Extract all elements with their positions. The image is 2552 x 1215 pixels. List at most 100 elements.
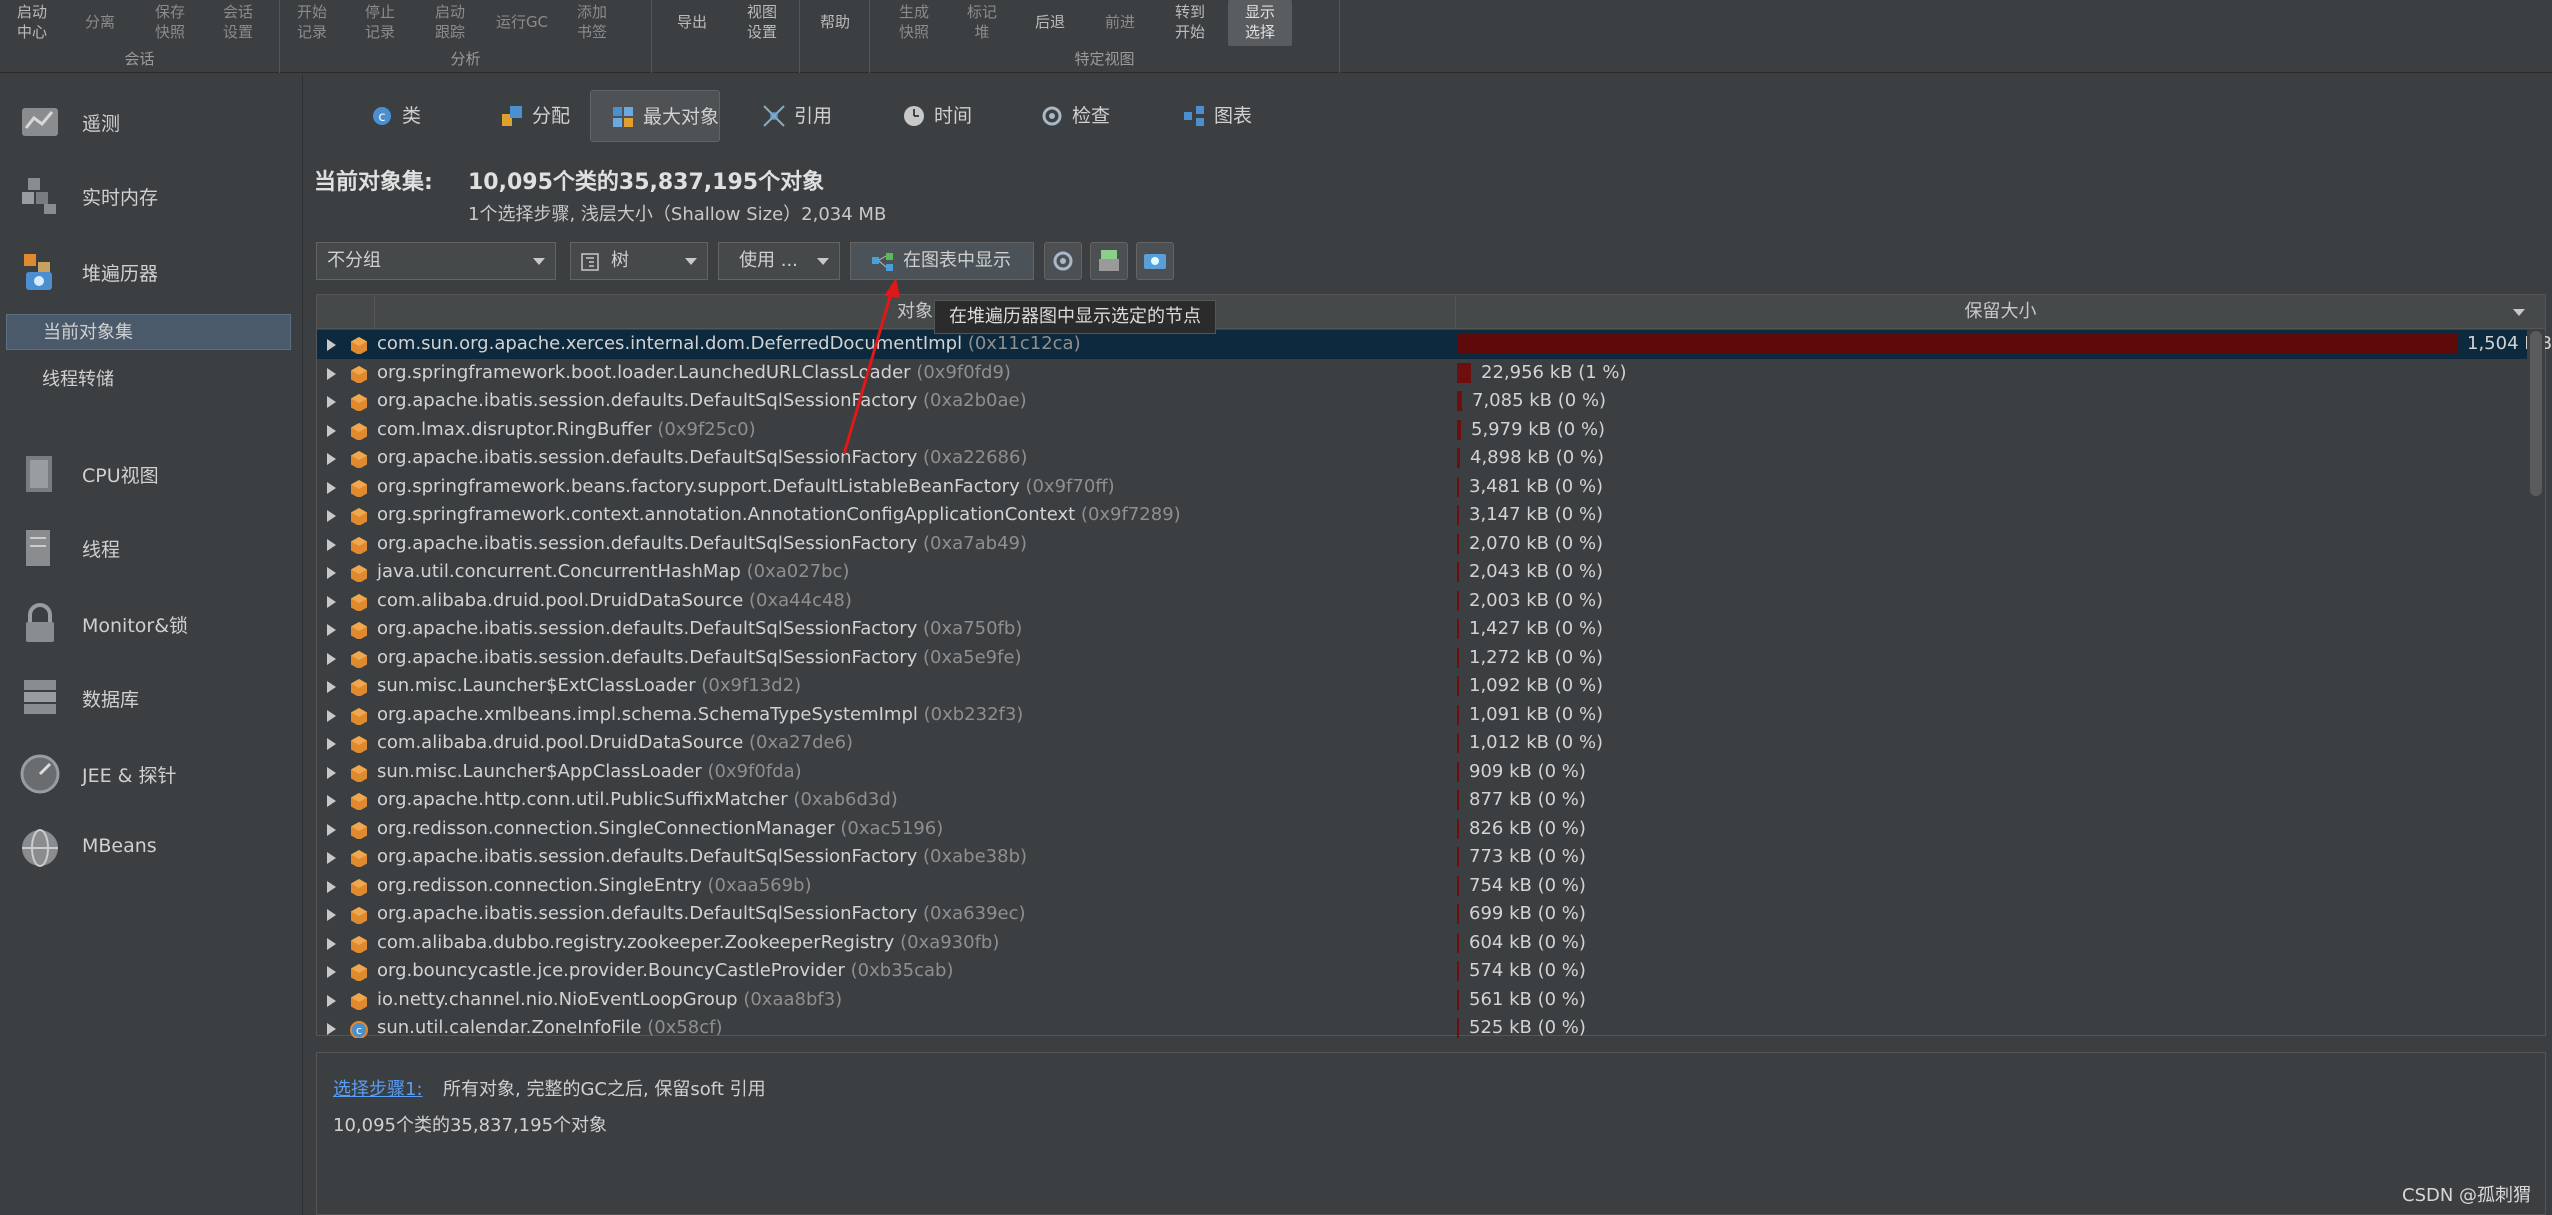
table-row[interactable]: com.sun.org.apache.xerces.internal.dom.D… (317, 330, 2552, 359)
export-image-button[interactable] (1136, 242, 1174, 280)
expand-triangle-icon[interactable] (327, 481, 336, 494)
expand-triangle-icon[interactable] (327, 567, 336, 579)
grouping-select[interactable]: 不分组 (316, 242, 556, 280)
table-row[interactable]: java.util.concurrent.ConcurrentHashMap (… (317, 558, 2527, 587)
expand-triangle-icon[interactable] (327, 994, 336, 1007)
tab-4[interactable]: 时间 (882, 90, 1002, 142)
retained-size-bar (1457, 334, 2457, 354)
expand-triangle-icon[interactable] (327, 396, 336, 408)
expand-triangle-icon[interactable] (327, 852, 336, 864)
toolbar-button-1-3[interactable]: 运行GC (490, 0, 554, 46)
table-row[interactable]: org.apache.http.conn.util.PublicSuffixMa… (317, 786, 2527, 815)
expand-triangle-icon[interactable] (327, 367, 336, 380)
expand-triangle-icon[interactable] (327, 510, 336, 522)
table-row[interactable]: c sun.util.calendar.ZoneInfoFile (0x58cf)… (317, 1014, 2527, 1043)
sidebar-item-3[interactable]: CPU视图 (0, 442, 303, 502)
table-row[interactable]: org.apache.ibatis.session.defaults.Defau… (317, 900, 2527, 929)
sidebar-item-8[interactable]: MBeans (0, 816, 303, 876)
sidebar-item-4[interactable]: 线程 (0, 516, 303, 576)
toolbar-button-1-2[interactable]: 启动 跟踪 (418, 0, 482, 46)
expand-triangle-icon[interactable] (327, 880, 336, 893)
sidebar-item-0[interactable]: 遥测 (0, 90, 303, 150)
toolbar-button-2-0[interactable]: 导出 (660, 0, 724, 46)
table-row[interactable]: io.netty.channel.nio.NioEventLoopGroup (… (317, 986, 2527, 1015)
column-header-object[interactable]: 对象 (375, 295, 1456, 328)
table-row[interactable]: sun.misc.Launcher$AppClassLoader (0x9f0f… (317, 758, 2527, 787)
toolbar-button-4-1[interactable]: 标记堆 (950, 0, 1014, 46)
expand-triangle-icon[interactable] (327, 709, 336, 722)
toolbar-button-2-1[interactable]: 视图 设置 (730, 0, 794, 46)
table-row[interactable]: com.alibaba.druid.pool.DruidDataSource (… (317, 729, 2527, 758)
sidebar-item-2[interactable]: 堆遍历器 (0, 240, 303, 300)
use-button[interactable]: 使用 ... (718, 242, 840, 280)
toolbar-button-0-2[interactable]: 保存 快照 (138, 0, 202, 46)
heap-walker-icon (24, 254, 52, 290)
table-row[interactable]: org.bouncycastle.jce.provider.BouncyCast… (317, 957, 2527, 986)
tab-2[interactable]: 最大对象 (590, 90, 720, 142)
expand-triangle-icon[interactable] (327, 595, 336, 608)
tab-6[interactable]: 图表 (1162, 90, 1282, 142)
toolbar-button-3-0[interactable]: 帮助 (803, 0, 867, 46)
expand-triangle-icon[interactable] (327, 738, 336, 750)
expand-triangle-icon[interactable] (327, 624, 336, 636)
table-row[interactable]: org.apache.ibatis.session.defaults.Defau… (317, 387, 2527, 416)
sidebar-item-5[interactable]: Monitor&锁 (0, 592, 303, 652)
toolbar-button-0-1[interactable]: 分离 (68, 0, 132, 46)
toolbar-button-4-5[interactable]: 显示 选择 (1228, 0, 1292, 46)
toolbar-button-1-1[interactable]: 停止 记录 (348, 0, 412, 46)
sidebar-sub-current-object-set[interactable]: 当前对象集 (6, 314, 291, 350)
expand-triangle-icon[interactable] (327, 909, 336, 921)
sidebar-item-7[interactable]: JEE & 探针 (0, 742, 303, 802)
table-row[interactable]: org.springframework.beans.factory.suppor… (317, 473, 2527, 502)
expand-triangle-icon[interactable] (327, 1023, 336, 1035)
table-row[interactable]: org.apache.ibatis.session.defaults.Defau… (317, 843, 2527, 872)
expand-triangle-icon[interactable] (327, 339, 336, 351)
expand-triangle-icon[interactable] (327, 538, 336, 551)
table-row[interactable]: com.alibaba.druid.pool.DruidDataSource (… (317, 587, 2527, 616)
tab-1[interactable]: 分配 (480, 90, 580, 142)
expand-triangle-icon[interactable] (327, 766, 336, 779)
expand-triangle-icon[interactable] (327, 453, 336, 465)
sidebar-item-6[interactable]: 数据库 (0, 666, 303, 726)
table-row[interactable]: org.apache.ibatis.session.defaults.Defau… (317, 530, 2527, 559)
expand-triangle-icon[interactable] (327, 937, 336, 950)
table-row[interactable]: org.apache.ibatis.session.defaults.Defau… (317, 615, 2527, 644)
sidebar-item-1[interactable]: 实时内存 (0, 164, 303, 224)
tab-3[interactable]: 引用 (742, 90, 862, 142)
tab-5[interactable]: 检查 (1020, 90, 1140, 142)
toolbar-button-4-0[interactable]: 生成 快照 (882, 0, 946, 46)
toolbar-button-0-0[interactable]: 启动 中心 (0, 0, 64, 46)
expand-triangle-icon[interactable] (327, 823, 336, 836)
column-header-retained-size[interactable]: 保留大小 (1456, 295, 2545, 328)
expand-triangle-icon[interactable] (327, 966, 336, 978)
expand-triangle-icon[interactable] (327, 424, 336, 437)
table-row[interactable]: org.apache.xmlbeans.impl.schema.SchemaTy… (317, 701, 2527, 730)
toolbar-button-4-3[interactable]: 前进 (1088, 0, 1152, 46)
table-row[interactable]: org.springframework.context.annotation.A… (317, 501, 2527, 530)
sidebar-sub-thread-dump[interactable]: 线程转储 (6, 362, 291, 398)
toolbar-button-1-0[interactable]: 开始 记录 (280, 0, 344, 46)
table-row[interactable]: com.alibaba.dubbo.registry.zookeeper.Zoo… (317, 929, 2527, 958)
table-row[interactable]: org.springframework.boot.loader.Launched… (317, 359, 2527, 388)
gear-icon (1042, 106, 1062, 126)
table-row[interactable]: com.lmax.disruptor.RingBuffer (0x9f25c0)… (317, 416, 2527, 445)
expand-triangle-icon[interactable] (327, 681, 336, 693)
selection-step-link[interactable]: 选择步骤1: (333, 1075, 423, 1101)
toolbar-button-1-4[interactable]: 添加 书签 (560, 0, 624, 46)
table-row[interactable]: org.apache.ibatis.session.defaults.Defau… (317, 644, 2527, 673)
print-button[interactable] (1090, 242, 1128, 280)
table-row[interactable]: org.redisson.connection.SingleEntry (0xa… (317, 872, 2527, 901)
vertical-scrollbar[interactable] (2527, 329, 2545, 1035)
view-mode-select[interactable]: 树 (570, 242, 708, 280)
table-row[interactable]: org.redisson.connection.SingleConnection… (317, 815, 2527, 844)
table-row[interactable]: org.apache.ibatis.session.defaults.Defau… (317, 444, 2527, 473)
tab-0[interactable]: c类 (350, 90, 460, 142)
toolbar-button-4-4[interactable]: 转到 开始 (1158, 0, 1222, 46)
toolbar-button-4-2[interactable]: 后退 (1018, 0, 1082, 46)
scrollbar-thumb[interactable] (2530, 331, 2542, 496)
table-row[interactable]: sun.misc.Launcher$ExtClassLoader (0x9f13… (317, 672, 2527, 701)
expand-triangle-icon[interactable] (327, 652, 336, 665)
settings-button[interactable] (1044, 242, 1082, 280)
toolbar-button-0-3[interactable]: 会话 设置 (206, 0, 270, 46)
expand-triangle-icon[interactable] (327, 795, 336, 807)
